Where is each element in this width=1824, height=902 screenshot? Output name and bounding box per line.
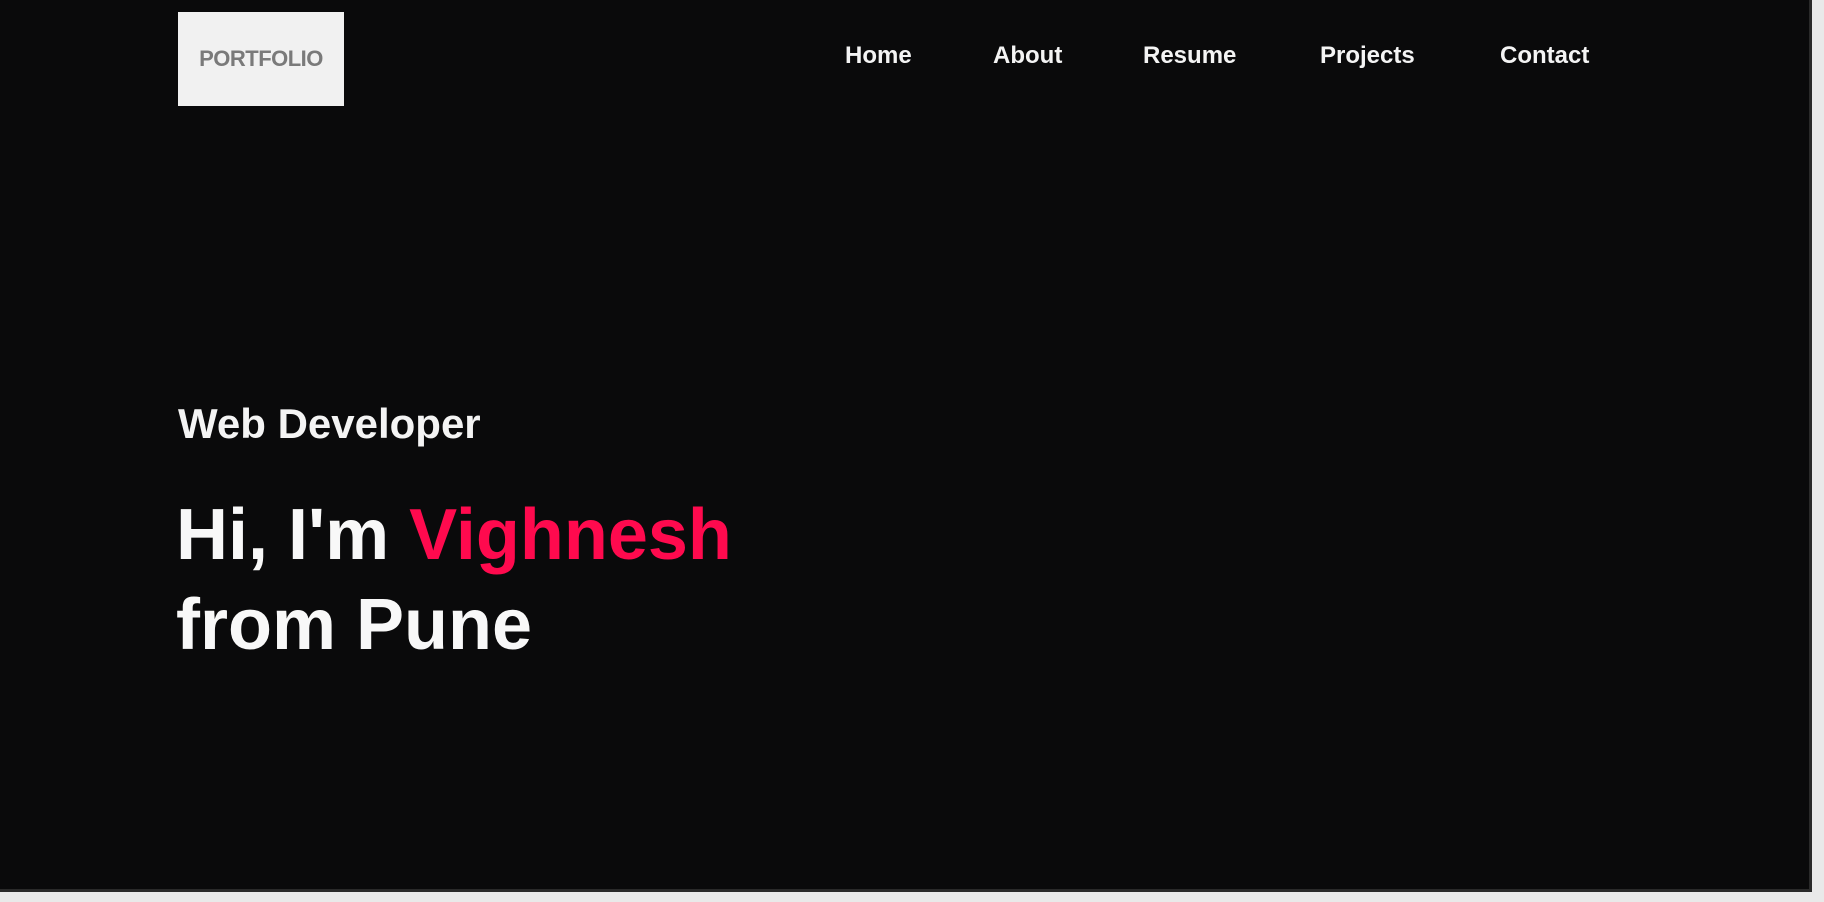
nav-home-link[interactable]: Home: [845, 42, 912, 70]
nav-projects-link[interactable]: Projects: [1320, 42, 1415, 70]
nav-about-link[interactable]: About: [993, 42, 1062, 70]
hero-location: from Pune: [176, 585, 533, 665]
portfolio-logo[interactable]: PORTFOLIO: [178, 12, 344, 106]
logo-text: PORTFOLIO: [199, 46, 323, 71]
page: PORTFOLIO Home About Resume Projects Con…: [0, 0, 1812, 892]
nav-resume-link[interactable]: Resume: [1143, 42, 1236, 70]
nav-contact-link[interactable]: Contact: [1500, 42, 1589, 70]
hero-name: Vighnesh: [409, 495, 732, 575]
hero-title: Hi, I'm Vighnesh from Pune: [176, 490, 732, 670]
hero-greeting: Hi, I'm: [176, 495, 390, 575]
hero-subtitle: Web Developer: [178, 400, 481, 447]
